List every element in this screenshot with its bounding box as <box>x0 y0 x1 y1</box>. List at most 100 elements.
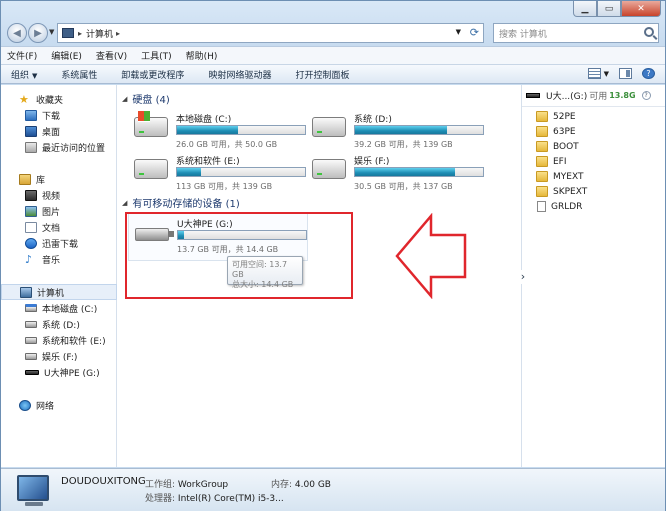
system-properties-button[interactable]: 系统属性 <box>61 68 97 81</box>
preview-free-space: 13.8G <box>609 91 636 100</box>
memory-label: 内存: <box>271 480 293 490</box>
uninstall-program-button[interactable]: 卸载或更改程序 <box>121 68 184 81</box>
back-button[interactable]: ◀ <box>7 23 27 43</box>
window-controls: ▁ ▭ ✕ <box>573 1 661 17</box>
usage-bar <box>176 167 306 177</box>
red-highlight-box <box>125 212 353 299</box>
search-box[interactable]: 搜索 计算机 <box>493 23 659 43</box>
list-item[interactable]: MYEXT <box>536 169 587 184</box>
open-control-panel-button[interactable]: 打开控制面板 <box>295 68 349 81</box>
forward-button[interactable]: ▶ <box>28 23 48 43</box>
nav-downloads[interactable]: 下载 <box>1 107 117 123</box>
folder-icon <box>536 141 548 152</box>
nav-libraries[interactable]: 库 <box>1 171 117 187</box>
search-placeholder: 搜索 计算机 <box>499 29 547 40</box>
nav-thunder-downloads[interactable]: 迅雷下载 <box>1 235 117 251</box>
nav-label: 图片 <box>42 207 61 218</box>
list-item[interactable]: 63PE <box>536 124 587 139</box>
nav-drive-e[interactable]: 系统和软件 (E:) <box>1 332 117 348</box>
item-name: MYEXT <box>553 171 584 182</box>
nav-drive-c[interactable]: 本地磁盘 (C:) <box>1 300 117 316</box>
map-network-drive-button[interactable]: 映射网络驱动器 <box>208 68 271 81</box>
list-item[interactable]: EFI <box>536 154 587 169</box>
drive-d[interactable]: 系统 (D:) 39.2 GB 可用，共 139 GB <box>306 109 486 157</box>
details-pane: DOUDOUXITONG 工作组: WorkGroup 内存: 4.00 GB … <box>1 468 665 511</box>
drive-c[interactable]: 本地磁盘 (C:) 26.0 GB 可用，共 50.0 GB <box>128 109 308 157</box>
nav-favorites[interactable]: ★ 收藏夹 <box>1 91 117 107</box>
drive-space: 30.5 GB 可用，共 137 GB <box>354 182 453 191</box>
usage-fill <box>177 168 202 176</box>
history-dropdown[interactable]: ▼ <box>49 28 54 36</box>
nav-drive-f[interactable]: 娱乐 (F:) <box>1 348 117 364</box>
group-title: 有可移动存储的设备 (1) <box>132 199 240 210</box>
computer-name: DOUDOUXITONG <box>61 476 146 487</box>
drive-icon <box>25 304 37 312</box>
memory-value: 4.00 GB <box>294 480 331 490</box>
view-tools: ▼ ? <box>578 68 655 79</box>
nav-drive-g[interactable]: U大神PE (G:) <box>1 364 117 380</box>
list-item[interactable]: 52PE <box>536 109 587 124</box>
item-name: EFI <box>553 156 567 167</box>
nav-label: 本地磁盘 (C:) <box>42 304 98 315</box>
nav-videos[interactable]: 视频 <box>1 187 117 203</box>
hard-disks-header[interactable]: ◢ 硬盘 (4) <box>122 91 170 107</box>
recent-places-icon <box>25 141 37 153</box>
nav-label: 系统 (D:) <box>42 320 80 331</box>
drive-icon <box>312 117 346 137</box>
nav-pictures[interactable]: 图片 <box>1 203 117 219</box>
usage-fill <box>355 168 455 176</box>
nav-label: 文档 <box>42 223 61 234</box>
nav-label: 网络 <box>36 401 55 412</box>
nav-computer[interactable]: 计算机 <box>1 284 117 300</box>
removable-header[interactable]: ◢ 有可移动存储的设备 (1) <box>122 195 240 211</box>
usage-fill <box>355 126 448 134</box>
usb-drive-icon <box>526 93 540 98</box>
menu-view[interactable]: 查看(V) <box>96 49 127 62</box>
drive-e[interactable]: 系统和软件 (E:) 113 GB 可用，共 139 GB <box>128 151 308 199</box>
breadcrumb-separator-icon[interactable]: ▸ <box>116 29 120 38</box>
maximize-button[interactable]: ▭ <box>597 1 621 17</box>
drive-f[interactable]: 娱乐 (F:) 30.5 GB 可用，共 137 GB <box>306 151 486 199</box>
organize-button[interactable]: 组织 ▼ <box>11 68 37 81</box>
nav-music[interactable]: ♪ 音乐 <box>1 251 117 267</box>
menu-edit[interactable]: 编辑(E) <box>51 49 82 62</box>
nav-label: 计算机 <box>37 288 65 299</box>
drive-icon <box>134 159 168 179</box>
workgroup-label: 工作组: <box>145 480 176 490</box>
list-item[interactable]: GRLDR <box>536 199 587 214</box>
thunder-icon <box>25 237 37 249</box>
preview-pane-icon[interactable] <box>619 68 632 79</box>
list-item[interactable]: BOOT <box>536 139 587 154</box>
breadcrumb-computer[interactable]: 计算机 <box>86 27 113 40</box>
folder-icon <box>536 126 548 137</box>
group-title: 硬盘 (4) <box>132 95 170 106</box>
nav-desktop[interactable]: 桌面 <box>1 123 117 139</box>
usb-drive-icon <box>25 369 39 375</box>
forward-arrow-icon: ▶ <box>34 27 42 39</box>
minimize-button[interactable]: ▁ <box>573 1 597 17</box>
menu-file[interactable]: 文件(F) <box>7 49 37 62</box>
view-dropdown-icon[interactable]: ▼ <box>604 70 609 78</box>
cpu-value: Intel(R) Core(TM) i5-3... <box>177 494 284 504</box>
info-icon[interactable]: ? <box>641 91 651 100</box>
search-icon[interactable] <box>644 27 654 37</box>
libraries-group: 库 视频 图片 文档 迅雷下载 ♪ 音乐 <box>1 171 117 267</box>
nav-recent-places[interactable]: 最近访问的位置 <box>1 139 117 155</box>
divider <box>522 106 665 107</box>
drive-name: 系统和软件 (E:) <box>176 157 240 167</box>
chevron-right-icon[interactable]: › <box>518 270 528 284</box>
list-item[interactable]: SKPEXT <box>536 184 587 199</box>
menu-help[interactable]: 帮助(H) <box>186 49 218 62</box>
change-view-icon[interactable] <box>587 68 601 79</box>
menu-tools[interactable]: 工具(T) <box>141 49 172 62</box>
help-icon[interactable]: ? <box>642 68 655 79</box>
nav-network[interactable]: 网络 <box>1 397 117 413</box>
close-button[interactable]: ✕ <box>621 1 661 17</box>
breadcrumb-separator-icon[interactable]: ▸ <box>78 29 82 38</box>
address-dropdown-icon[interactable]: ▼ <box>456 28 461 36</box>
nav-drive-d[interactable]: 系统 (D:) <box>1 316 117 332</box>
minimize-icon: ▁ <box>581 3 589 14</box>
nav-documents[interactable]: 文档 <box>1 219 117 235</box>
address-bar[interactable]: ▸ 计算机 ▸ ▼ ⟳ <box>57 23 484 43</box>
refresh-icon[interactable]: ⟳ <box>470 26 479 39</box>
